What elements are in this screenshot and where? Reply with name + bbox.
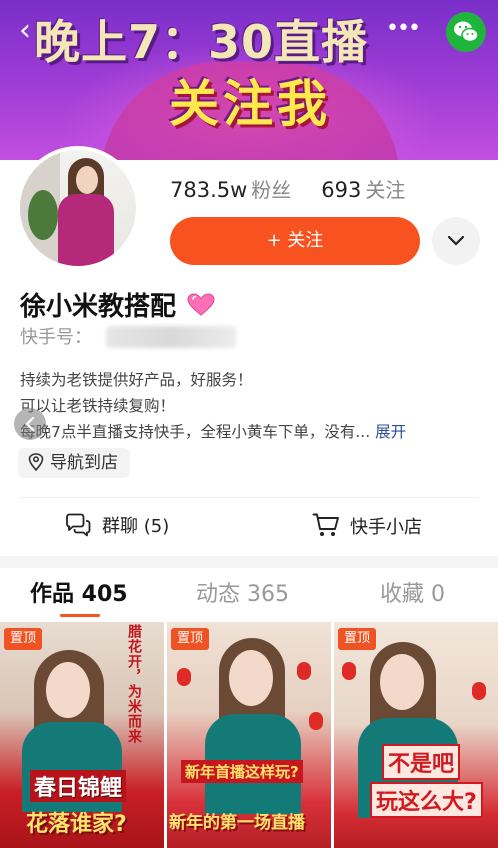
thumbnail-caption: 花落谁家?	[26, 812, 127, 837]
pinned-badge: 置顶	[171, 628, 210, 650]
profile-banner: 晚上7：30直播 关注我	[0, 0, 498, 160]
group-chat-button[interactable]: 群聊 (5)	[64, 512, 169, 542]
video-thumbnail[interactable]: 置顶 新年首播这样玩? 新年的第一场直播	[167, 622, 331, 848]
followers-label[interactable]: 粉丝	[251, 178, 291, 202]
wechat-share-button[interactable]	[446, 12, 486, 52]
thumbnail-caption: 新年的第一场直播	[169, 813, 305, 833]
floating-back-button[interactable]	[14, 408, 46, 440]
kuaishou-id-value-blurred	[106, 326, 236, 348]
kuaishou-shop-label: 快手小店	[350, 517, 422, 538]
back-icon[interactable]: ‹	[8, 14, 42, 48]
chevron-down-icon	[447, 235, 465, 246]
active-tab-indicator	[60, 614, 100, 617]
chevron-left-icon	[25, 416, 35, 432]
pinned-badge: 置顶	[4, 628, 43, 650]
following-count[interactable]: 693	[321, 178, 361, 202]
bio-line: 持续为老铁提供好产品，好服务！	[20, 371, 253, 389]
profile-stats: 783.5w 粉丝 693 关注	[170, 174, 435, 204]
wechat-icon	[454, 21, 479, 43]
more-icon[interactable]: •••	[386, 14, 421, 44]
username-text: 徐小米教搭配	[20, 292, 177, 322]
thumbnail-caption: 不是吧	[382, 744, 461, 780]
bio-expand-link[interactable]: 展开	[375, 423, 406, 441]
tab-favorites[interactable]: 收藏 0	[380, 578, 445, 612]
pinned-badge: 置顶	[338, 628, 377, 650]
tab-works[interactable]: 作品 405	[30, 578, 128, 612]
shopping-cart-icon	[312, 513, 339, 536]
kuaishou-id-label: 快手号：	[20, 327, 92, 348]
navigate-to-store-button[interactable]: 导航到店	[18, 448, 130, 478]
bio-line: 可以让老铁持续复购！	[20, 397, 176, 415]
bio-text: 每晚7点半直播支持快手，全程小黄车下单，没有...	[20, 423, 371, 441]
thumbnail-caption: 春日锦鲤	[30, 770, 127, 802]
banner-subtitle: 关注我	[169, 75, 331, 133]
bio-line-truncated: 每晚7点半直播支持快手，全程小黄车下单，没有... 展开	[20, 420, 480, 442]
following-label[interactable]: 关注	[365, 178, 405, 202]
divider	[20, 497, 478, 498]
follow-button[interactable]: + 关注	[170, 217, 420, 265]
thumbnail-caption: 新年首播这样玩?	[181, 760, 303, 783]
section-gap	[0, 556, 498, 568]
navigate-to-store-label: 导航到店	[50, 453, 118, 473]
video-thumbnail[interactable]: 置顶 不是吧 玩这么大?	[334, 622, 498, 848]
thumbnail-caption: 玩这么大?	[370, 782, 483, 818]
chat-bubbles-icon	[66, 513, 91, 537]
followers-count[interactable]: 783.5w	[170, 178, 247, 202]
video-thumbnail[interactable]: 腊花开，为米而来 置顶 春日锦鲤 花落谁家?	[0, 622, 164, 848]
tab-moments[interactable]: 动态 365	[196, 578, 289, 612]
side-vertical-text: 腊花开，为米而来	[126, 624, 142, 744]
kuaishou-shop-button[interactable]: 快手小店	[312, 512, 422, 542]
avatar[interactable]	[16, 146, 140, 270]
location-pin-icon	[28, 453, 44, 472]
heart-icon	[187, 293, 215, 316]
username: 徐小米教搭配	[20, 286, 215, 323]
group-chat-label: 群聊 (5)	[102, 516, 170, 537]
recommend-dropdown-button[interactable]	[432, 217, 480, 265]
